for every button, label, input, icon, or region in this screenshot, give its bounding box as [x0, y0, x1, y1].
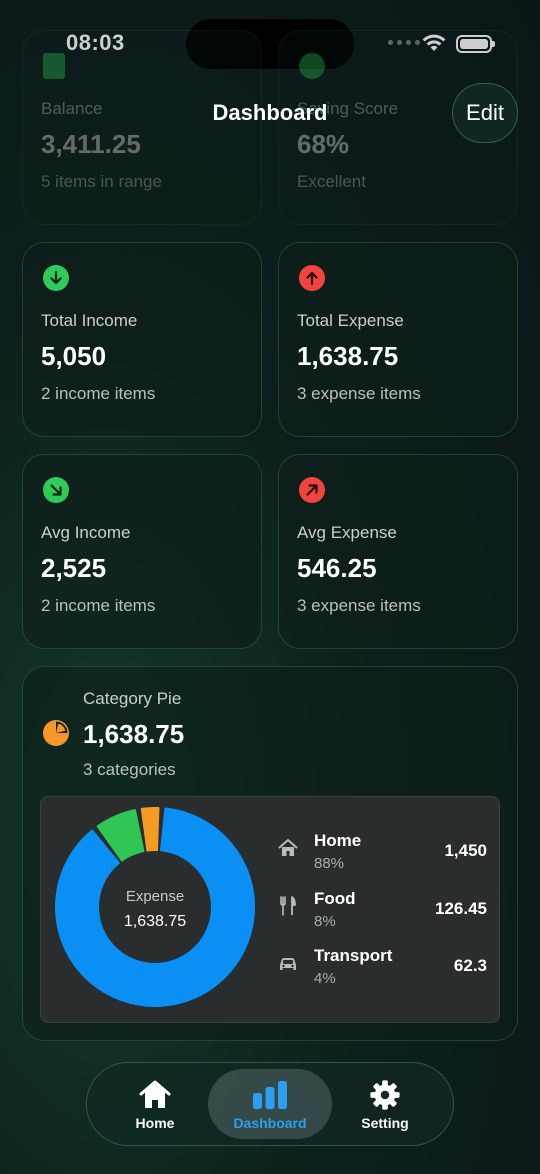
balance-icon — [43, 53, 65, 79]
gear-icon — [370, 1080, 400, 1110]
score-sub: Excellent — [297, 172, 366, 191]
donut-slice-transport[interactable] — [140, 807, 160, 852]
donut-center-value: 1,638.75 — [124, 913, 186, 930]
legend-name: Transport — [314, 946, 393, 965]
avg-income-value: 2,525 — [41, 553, 107, 583]
legend-percent: 88% — [314, 855, 345, 872]
legend-percent: 4% — [314, 970, 336, 987]
pie-value: 1,638.75 — [83, 719, 185, 749]
avg-expense-label: Avg Expense — [297, 523, 397, 542]
total-expense-label: Total Expense — [297, 311, 404, 330]
avg-income-label: Avg Income — [41, 523, 131, 542]
score-value: 68% — [297, 129, 350, 159]
score-icon — [299, 53, 325, 79]
total-income-sub: 2 income items — [41, 384, 156, 403]
total-income-value: 5,050 — [41, 341, 107, 371]
tab-home-label: Home — [135, 1115, 175, 1131]
legend-value: 1,450 — [444, 841, 487, 860]
legend-value: 126.45 — [435, 899, 487, 918]
donut-chart: Expense 1,638.75 — [55, 807, 255, 1007]
total-expense-sub: 3 expense items — [297, 384, 421, 403]
donut-center-label: Expense — [126, 888, 184, 905]
avg-expense-value: 546.25 — [297, 553, 377, 583]
legend-item-food[interactable]: Food 8% 126.45 — [277, 885, 487, 931]
balance-value: 3,411.25 — [41, 129, 141, 159]
car-icon — [280, 958, 296, 970]
arrow-up-right-icon — [299, 477, 325, 503]
total-income-label: Total Income — [41, 311, 138, 330]
arrow-down-icon — [43, 265, 69, 291]
balance-sub: 5 items in range — [41, 172, 162, 191]
avg-income-sub: 2 income items — [41, 596, 156, 615]
pie-panel: Expense 1,638.75 Home 88% 1,450 Food 8% … — [40, 796, 500, 1023]
category-pie-card[interactable]: Category Pie 1,638.75 3 categories Expen… — [22, 666, 518, 1041]
tab-setting[interactable]: Setting — [323, 1069, 447, 1139]
legend-item-transport[interactable]: Transport 4% 62.3 — [277, 942, 487, 988]
balance-card[interactable]: Balance 3,411.25 5 items in range — [22, 30, 262, 225]
total-expense-card[interactable]: Total Expense 1,638.75 3 expense items — [278, 242, 518, 437]
pie-sub: 3 categories — [83, 760, 176, 779]
avg-expense-sub: 3 expense items — [297, 596, 421, 615]
total-income-card[interactable]: Total Income 5,050 2 income items — [22, 242, 262, 437]
avg-income-card[interactable]: Avg Income 2,525 2 income items — [22, 454, 262, 649]
avg-expense-card[interactable]: Avg Expense 546.25 3 expense items — [278, 454, 518, 649]
bar-chart-icon — [253, 1081, 287, 1109]
legend-percent: 8% — [314, 913, 336, 930]
tab-dashboard-label: Dashboard — [233, 1115, 307, 1131]
edit-button[interactable]: Edit — [452, 83, 518, 143]
pie-chart-icon — [43, 720, 69, 746]
tab-dashboard[interactable]: Dashboard — [208, 1069, 332, 1139]
house-icon — [278, 839, 298, 856]
total-expense-value: 1,638.75 — [297, 341, 399, 371]
pie-title: Category Pie — [83, 689, 182, 708]
arrow-up-icon — [299, 265, 325, 291]
fork-knife-icon — [280, 896, 296, 916]
tab-home[interactable]: Home — [93, 1069, 217, 1139]
legend-value: 62.3 — [453, 956, 487, 975]
tab-setting-label: Setting — [361, 1115, 409, 1131]
tab-bar: Home Dashboard Setting — [86, 1062, 454, 1146]
legend-item-home[interactable]: Home 88% 1,450 — [277, 827, 487, 873]
arrow-down-right-icon — [43, 477, 69, 503]
house-icon — [139, 1080, 171, 1108]
legend-name: Home — [314, 831, 362, 850]
legend-name: Food — [314, 889, 356, 908]
